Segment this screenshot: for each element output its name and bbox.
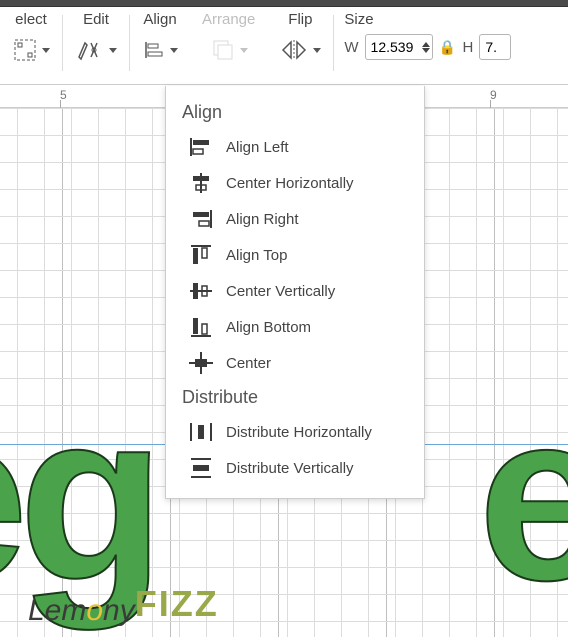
width-label: W bbox=[344, 39, 358, 56]
select-button[interactable] bbox=[12, 32, 50, 68]
chevron-down-icon bbox=[313, 48, 321, 53]
arrange-button bbox=[210, 32, 248, 68]
menu-center-horizontally[interactable]: Center Horizontally bbox=[166, 165, 424, 201]
distribute-horizontal-icon bbox=[188, 421, 214, 443]
menu-label: Align Right bbox=[226, 211, 299, 228]
size-label: Size bbox=[344, 11, 511, 28]
height-label: H bbox=[463, 39, 474, 56]
center-vertical-icon bbox=[188, 280, 214, 302]
menu-label: Distribute Vertically bbox=[226, 460, 354, 477]
menu-align-left[interactable]: Align Left bbox=[166, 129, 424, 165]
height-input[interactable]: 7. bbox=[479, 34, 511, 60]
flip-icon bbox=[279, 38, 309, 62]
align-icon bbox=[142, 38, 166, 62]
edit-tools-icon bbox=[75, 37, 105, 63]
menu-distribute-horizontally[interactable]: Distribute Horizontally bbox=[166, 414, 424, 450]
ruler-tick: 5 bbox=[60, 86, 67, 108]
menu-distribute-vertically[interactable]: Distribute Vertically bbox=[166, 450, 424, 486]
select-icon bbox=[12, 37, 38, 63]
flip-group: Flip bbox=[267, 11, 333, 68]
toolbar: elect Edit Align Arrange Flip bbox=[0, 7, 568, 85]
center-icon bbox=[188, 352, 214, 374]
distribute-vertical-icon bbox=[188, 457, 214, 479]
watermark-text: Lem bbox=[28, 594, 86, 627]
arrange-group: Arrange bbox=[190, 11, 267, 68]
watermark-o: o bbox=[86, 594, 103, 627]
watermark-fizz: FIZZ bbox=[135, 583, 219, 624]
menu-label: Center bbox=[226, 355, 271, 372]
flip-button[interactable] bbox=[279, 32, 321, 68]
menu-label: Center Horizontally bbox=[226, 175, 354, 192]
menu-center-vertically[interactable]: Center Vertically bbox=[166, 273, 424, 309]
menu-label: Distribute Horizontally bbox=[226, 424, 372, 441]
align-bottom-icon bbox=[188, 316, 214, 338]
edit-group: Edit bbox=[63, 11, 129, 68]
menu-center[interactable]: Center bbox=[166, 345, 424, 381]
center-horizontal-icon bbox=[188, 172, 214, 194]
edit-button[interactable] bbox=[75, 32, 117, 68]
menu-align-right[interactable]: Align Right bbox=[166, 201, 424, 237]
dropdown-section-distribute: Distribute bbox=[166, 381, 424, 414]
align-top-icon bbox=[188, 244, 214, 266]
canvas-text-right[interactable]: er bbox=[478, 376, 568, 616]
arrange-label: Arrange bbox=[202, 11, 255, 28]
width-stepper[interactable] bbox=[422, 42, 430, 53]
select-group: elect bbox=[0, 11, 62, 68]
align-label: Align bbox=[143, 11, 176, 28]
canvas[interactable]: 5 9 eg er Align Align Left Center Horizo… bbox=[0, 86, 568, 637]
watermark-text: ny bbox=[103, 594, 135, 627]
chevron-down-icon bbox=[240, 48, 248, 53]
menu-label: Align Left bbox=[226, 139, 289, 156]
watermark: LemonyFIZZ bbox=[28, 587, 219, 629]
menu-align-bottom[interactable]: Align Bottom bbox=[166, 309, 424, 345]
menu-label: Center Vertically bbox=[226, 283, 335, 300]
align-right-icon bbox=[188, 208, 214, 230]
height-value: 7. bbox=[485, 39, 497, 55]
menu-label: Align Bottom bbox=[226, 319, 311, 336]
width-value: 12.539 bbox=[371, 39, 414, 55]
menu-align-top[interactable]: Align Top bbox=[166, 237, 424, 273]
app-titlebar bbox=[0, 0, 568, 7]
chevron-down-icon bbox=[42, 48, 50, 53]
align-group: Align bbox=[130, 11, 190, 68]
flip-label: Flip bbox=[288, 11, 312, 28]
chevron-down-icon bbox=[170, 48, 178, 53]
lock-aspect-button[interactable]: 🔒 bbox=[439, 39, 457, 56]
width-input[interactable]: 12.539 bbox=[365, 34, 433, 60]
dropdown-section-align: Align bbox=[166, 96, 424, 129]
align-dropdown: Align Align Left Center Horizontally Ali… bbox=[165, 86, 425, 499]
menu-label: Align Top bbox=[226, 247, 287, 264]
arrange-icon bbox=[210, 37, 236, 63]
align-left-icon bbox=[188, 136, 214, 158]
chevron-down-icon bbox=[109, 48, 117, 53]
canvas-text-left[interactable]: eg bbox=[0, 376, 155, 616]
lock-icon: 🔒 bbox=[439, 39, 456, 56]
edit-label: Edit bbox=[83, 11, 109, 28]
select-label: elect bbox=[15, 11, 47, 28]
align-button[interactable] bbox=[142, 32, 178, 68]
ruler-tick: 9 bbox=[490, 86, 497, 108]
size-group: Size W 12.539 🔒 H 7. bbox=[334, 11, 521, 60]
